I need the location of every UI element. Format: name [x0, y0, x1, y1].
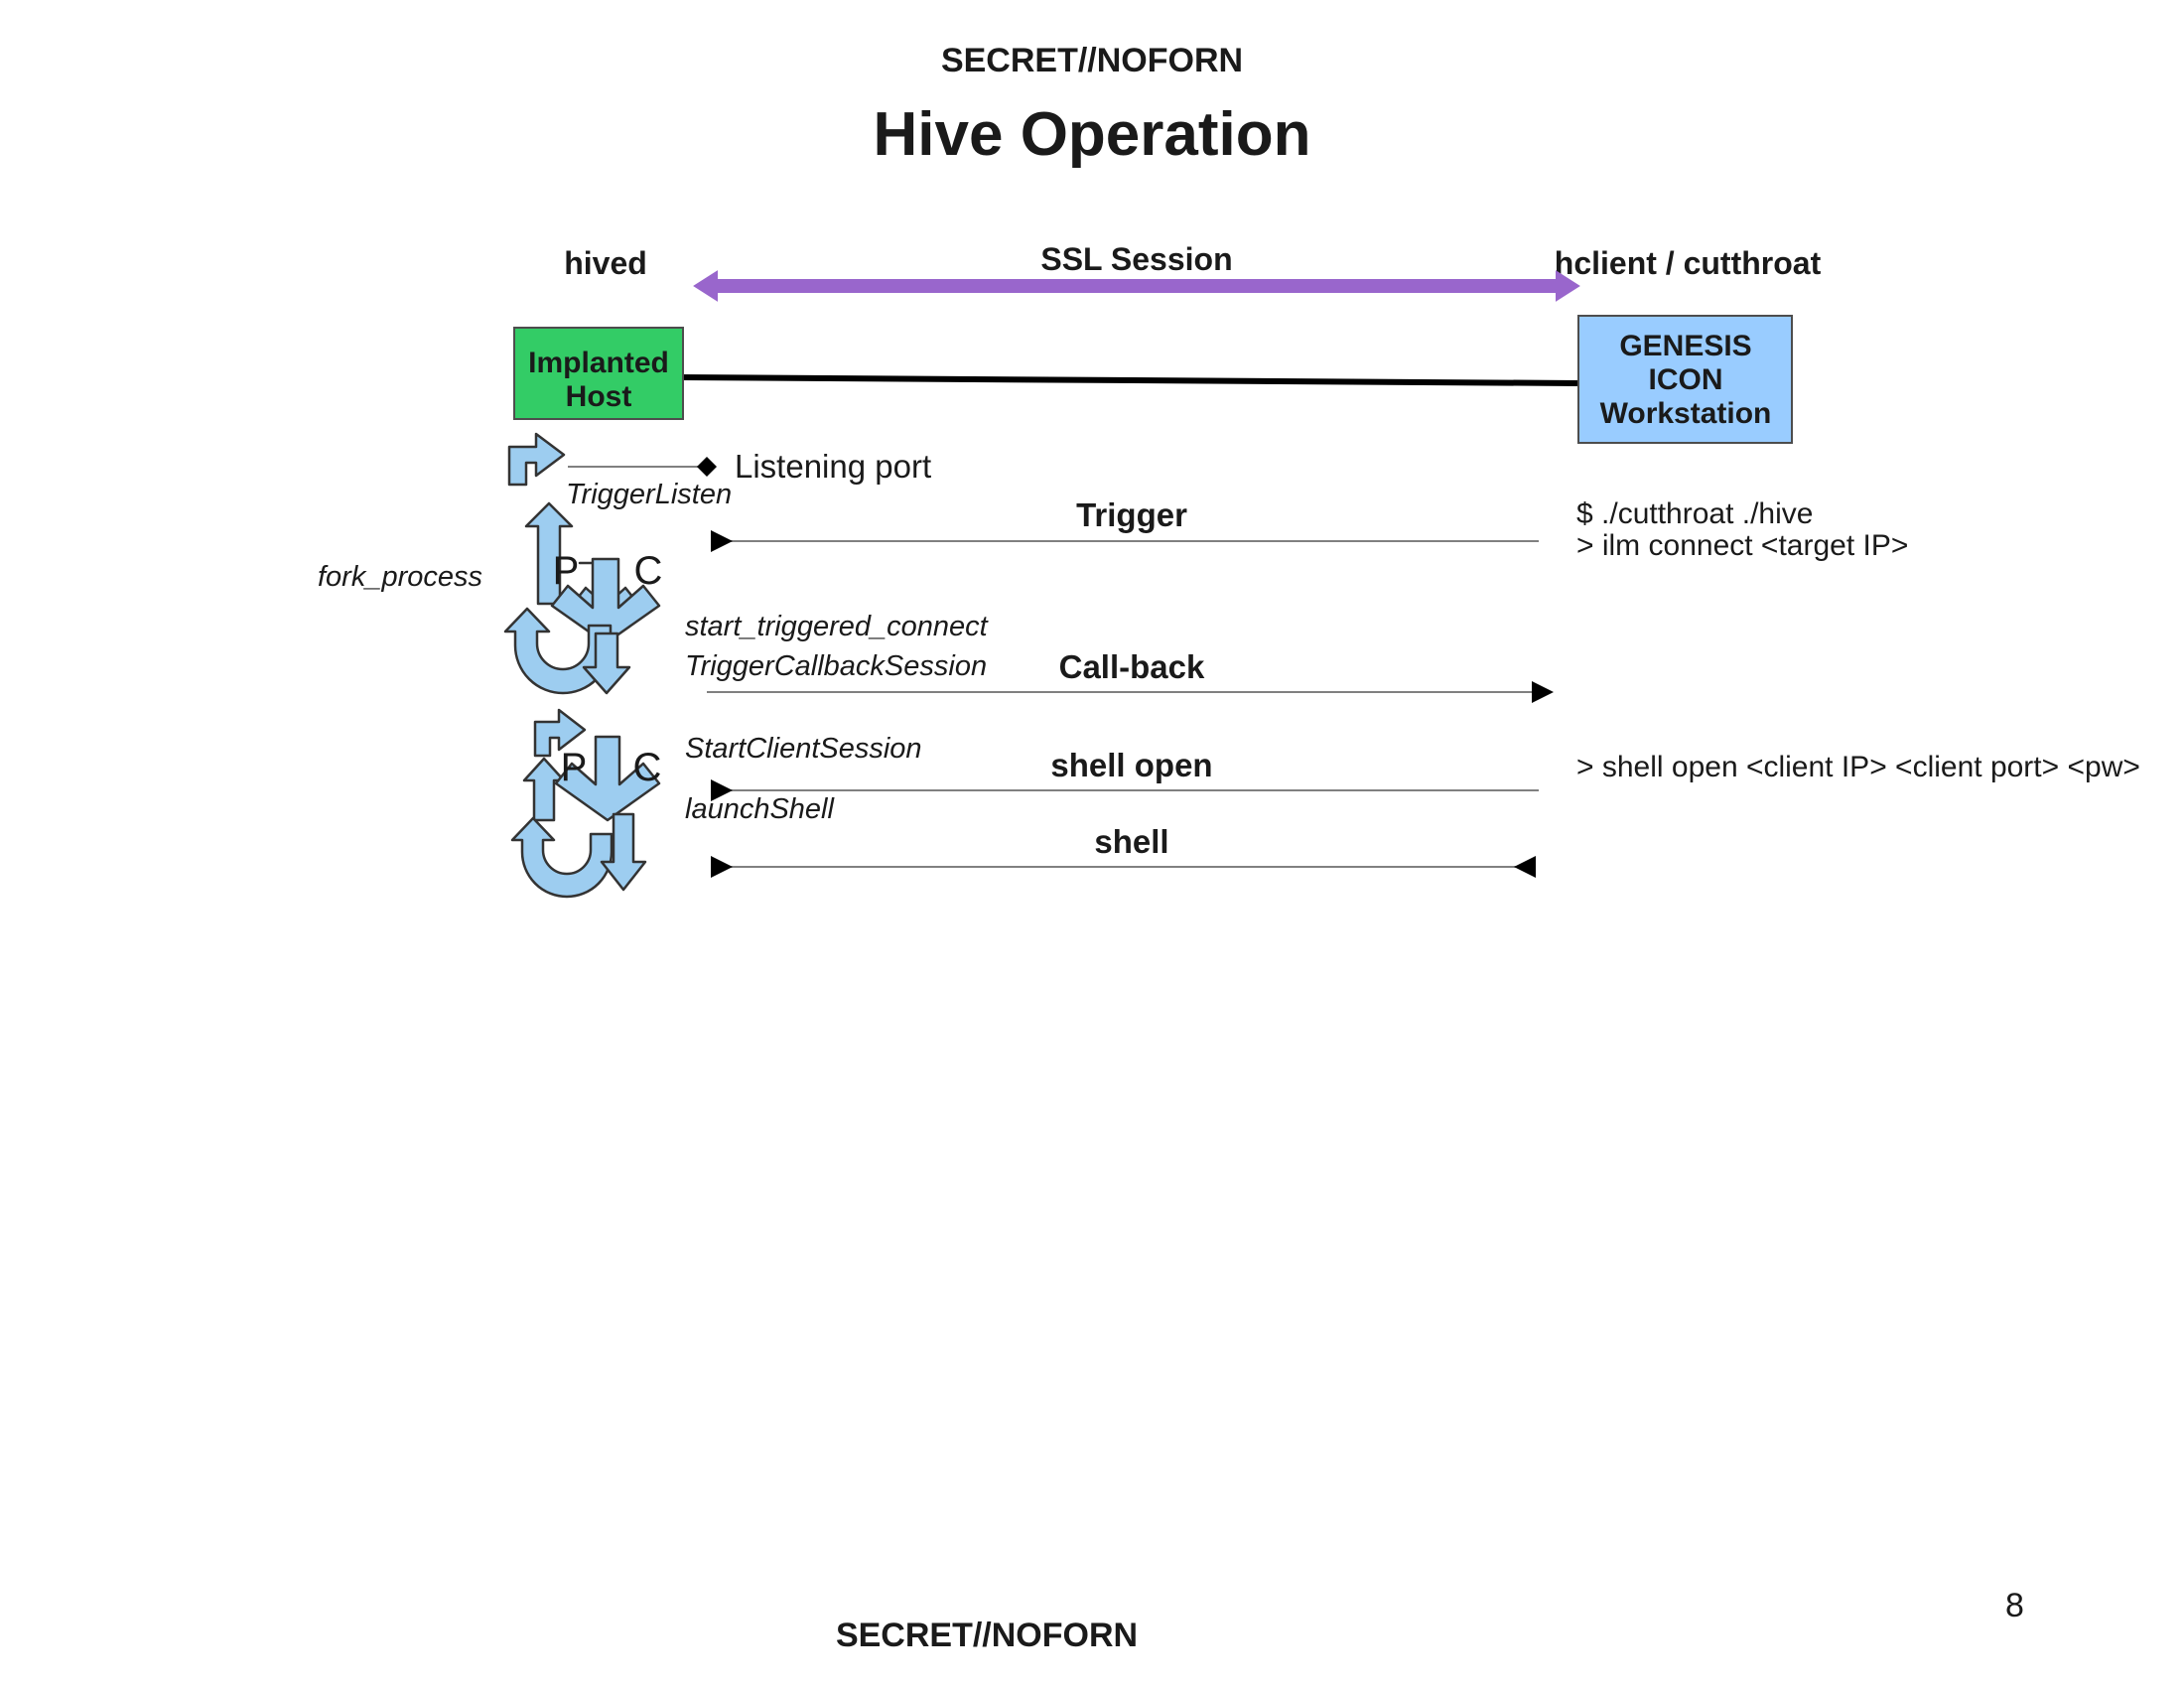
command-shell-open: > shell open <client IP> <client port> <… [1576, 751, 2140, 783]
parent-label-1: P [553, 549, 580, 593]
command-cutthroat-invoke: $ ./cutthroat ./hive [1576, 497, 1813, 530]
api-label-start-triggered-connect: start_triggered_connect [685, 611, 990, 642]
message-label-trigger: Trigger [1076, 496, 1187, 533]
child-label-1: C [634, 549, 663, 593]
parent-label-2: P [561, 746, 588, 789]
workstation-line3: Workstation [1600, 397, 1772, 430]
node-implanted-host: Implanted Host [513, 327, 684, 420]
message-label-shell: shell [1094, 823, 1168, 860]
bent-arrow-up-right-1 [507, 432, 566, 487]
uturn-arrow-2 [510, 816, 614, 899]
lane-label-hclient: hclient / cutthroat [1555, 245, 1822, 281]
page-number: 8 [2005, 1587, 2024, 1624]
implanted-host-line1: Implanted [528, 347, 669, 379]
message-label-call-back: Call-back [1059, 648, 1205, 685]
annotation-fork-process-1: fork_process [318, 561, 482, 593]
api-label-launch-shell: launchShell [685, 793, 835, 825]
api-label-trigger-listen: TriggerListen [566, 479, 732, 510]
node-genesis-icon-workstation: GENESIS ICON Workstation [1577, 315, 1793, 444]
api-label-trigger-callback-session: TriggerCallbackSession [685, 650, 987, 682]
slide-canvas: SECRET//NOFORN Hive Operation hived hcli… [0, 0, 2184, 1688]
child-label-2: C [633, 746, 662, 789]
message-label-shell-open: shell open [1050, 747, 1212, 783]
api-label-start-client-session: StartClientSession [685, 733, 922, 765]
ssl-session-label: SSL Session [1040, 241, 1232, 277]
workstation-line1: GENESIS [1619, 330, 1751, 362]
hive-operation-diagram: hived hclient / cutthroat SSL Session Im… [318, 241, 2140, 899]
lane-label-hived: hived [564, 245, 647, 281]
host-connection-line [680, 374, 1579, 386]
command-ilm-connect: > ilm connect <target IP> [1576, 529, 1908, 562]
up-arrow-2 [522, 757, 566, 822]
workstation-line2: ICON [1649, 363, 1723, 396]
listening-port-label: Listening port [735, 448, 931, 485]
classification-banner-bottom: SECRET//NOFORN [835, 1617, 1139, 1654]
implanted-host-line2: Host [566, 380, 632, 413]
